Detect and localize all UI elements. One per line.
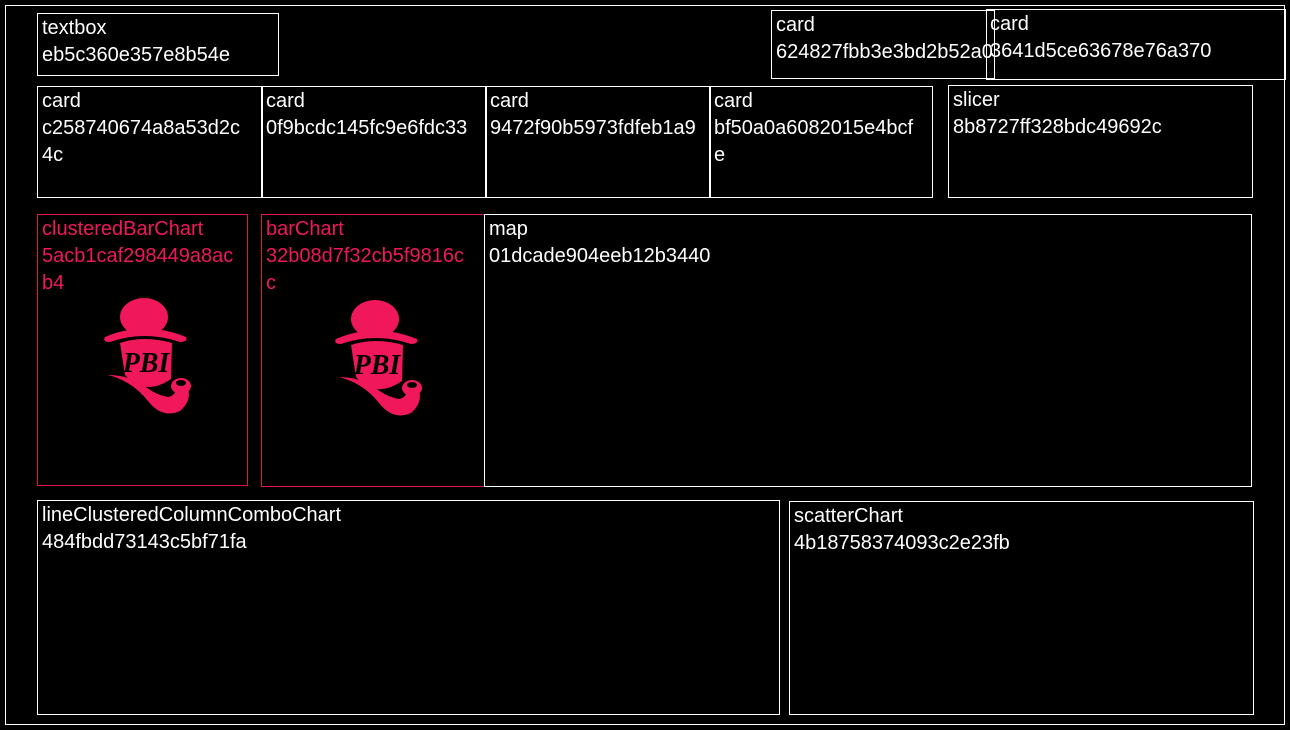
visual-type-label: card <box>266 90 305 112</box>
visual-id-label: eb5c360e357e8b54e <box>42 44 230 66</box>
visual-type-label: lineClusteredColumnComboChart <box>42 504 342 526</box>
visual-type-label: slicer <box>953 89 1000 111</box>
pbi-logo-text: PBI <box>122 348 171 379</box>
scatter-chart-visual[interactable]: scatterChart 4b18758374093c2e23fb <box>789 501 1254 715</box>
visual-type-label: card <box>776 14 815 36</box>
textbox-visual[interactable]: textbox eb5c360e357e8b54e <box>37 13 279 76</box>
bar-chart-visual[interactable]: barChart 32b08d7f32cb5f9816cc PBI <box>261 214 485 487</box>
card-visual-top-2[interactable]: card 3641d5ce63678e76a370 <box>986 9 1286 80</box>
visual-type-label: textbox <box>42 17 107 39</box>
pbi-logo-icon: PBI <box>104 298 191 414</box>
map-visual[interactable]: map 01dcade904eeb12b3440 <box>484 214 1252 487</box>
card-visual-1[interactable]: card c258740674a8a53d2c4c <box>37 86 263 198</box>
visual-id-label: 8b8727ff328bdc49692c <box>953 116 1162 138</box>
visual-id-label: 624827fbb3e3bd2b52a0 <box>776 41 993 63</box>
visual-id-label: 32b08d7f32cb5f9816cc <box>266 245 464 294</box>
visual-type-label: card <box>42 90 81 112</box>
visual-id-label: bf50a0a6082015e4bcfe <box>714 117 914 166</box>
visual-type-label: barChart <box>266 218 344 240</box>
clustered-bar-chart-visual[interactable]: clusteredBarChart 5acb1caf298449a8acb4 P… <box>37 214 248 486</box>
card-visual-2[interactable]: card 0f9bcdc145fc9e6fdc33 <box>261 86 487 198</box>
visual-id-label: 01dcade904eeb12b3440 <box>489 245 711 267</box>
visual-type-label: clusteredBarChart <box>42 218 204 240</box>
visual-id-label: c258740674a8a53d2c4c <box>42 117 240 166</box>
visual-type-label: card <box>714 90 753 112</box>
visual-type-label: map <box>489 218 528 240</box>
line-clustered-column-combo-chart-visual[interactable]: lineClusteredColumnComboChart 484fbdd731… <box>37 500 780 715</box>
visual-id-label: 484fbdd73143c5bf71fa <box>42 531 247 553</box>
visual-type-label: scatterChart <box>794 505 903 527</box>
visual-id-label: 0f9bcdc145fc9e6fdc33 <box>266 117 468 139</box>
card-visual-top-1[interactable]: card 624827fbb3e3bd2b52a0 <box>771 10 995 79</box>
pbi-logo-icon: PBI <box>335 300 422 416</box>
visual-type-label: card <box>490 90 529 112</box>
pbi-logo-text: PBI <box>353 350 402 381</box>
card-visual-3[interactable]: card 9472f90b5973fdfeb1a9 <box>485 86 711 198</box>
visual-id-label: 5acb1caf298449a8acb4 <box>42 245 234 294</box>
visual-type-label: card <box>990 13 1029 35</box>
card-visual-4[interactable]: card bf50a0a6082015e4bcfe <box>709 86 933 198</box>
visual-id-label: 9472f90b5973fdfeb1a9 <box>490 117 696 139</box>
slicer-visual[interactable]: slicer 8b8727ff328bdc49692c <box>948 85 1253 198</box>
visual-id-label: 3641d5ce63678e76a370 <box>990 40 1212 62</box>
visual-id-label: 4b18758374093c2e23fb <box>794 532 1010 554</box>
